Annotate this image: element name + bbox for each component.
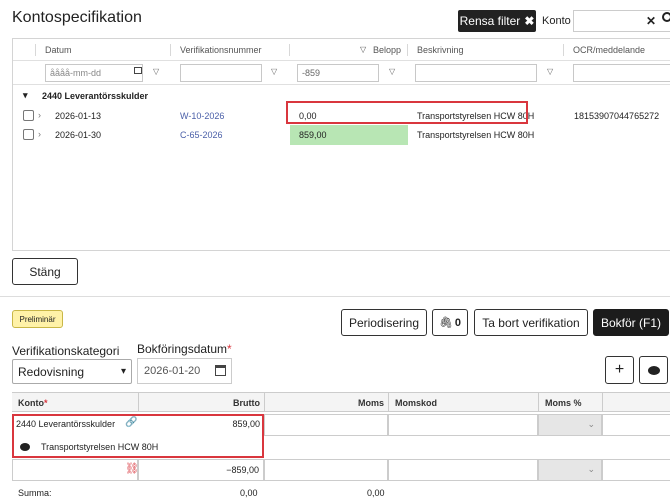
row2-momskod[interactable] — [388, 459, 538, 481]
konto-label: Konto — [542, 15, 571, 27]
bokdat-label: Bokföringsdatum* — [137, 342, 232, 356]
book-button[interactable]: Bokför (F1) — [593, 309, 669, 336]
row-checkbox[interactable] — [23, 110, 34, 121]
verif-filter-input[interactable] — [180, 64, 262, 82]
col-belopp[interactable]: Belopp — [373, 45, 401, 55]
filter-icon[interactable]: ▽ — [271, 68, 279, 76]
paperclip-icon: 🖇 — [438, 317, 453, 329]
summa-label: Summa: — [18, 488, 52, 498]
filter-icon[interactable]: ▽ — [153, 68, 161, 76]
grid-header: Datum Verifikationsnummer ▽ Belopp Beskr… — [13, 39, 670, 61]
comment-icon — [647, 365, 660, 375]
unlink-icon[interactable]: ⛓ — [125, 462, 139, 475]
search-icon[interactable] — [662, 12, 670, 22]
attachments-count: 0 — [454, 316, 462, 329]
bokdat-input[interactable]: 2026-01-20 — [137, 358, 232, 384]
row-date: 2026-01-13 — [55, 111, 102, 121]
status-badge: Preliminär — [12, 310, 63, 328]
filter-icon: ▽ — [360, 45, 367, 54]
chevron-right-icon[interactable]: › — [38, 110, 41, 120]
chevron-down-icon: ⌄ — [587, 464, 595, 474]
verkat-value: Redovisning — [18, 365, 85, 379]
date-filter-input[interactable]: åååå-mm-dd — [45, 64, 143, 82]
bokdat-value: 2026-01-20 — [144, 365, 201, 377]
chevron-down-icon: ▾ — [120, 366, 126, 377]
calendar-icon[interactable] — [215, 365, 226, 376]
col-konto-label: Konto — [18, 398, 44, 408]
highlight-box — [12, 414, 264, 458]
col-datum[interactable]: Datum — [45, 45, 72, 55]
row-date: 2026-01-30 — [55, 130, 102, 140]
amount-filter-input[interactable]: -859 — [297, 64, 379, 82]
row2-brutto[interactable]: −859,00 — [138, 459, 264, 481]
row2-konto-cell[interactable]: ⛓ — [12, 459, 139, 481]
required-marker: * — [227, 342, 232, 356]
account-grid: Datum Verifikationsnummer ▽ Belopp Beskr… — [12, 38, 670, 251]
ocr-filter-input[interactable] — [573, 64, 670, 82]
chevron-right-icon[interactable]: › — [38, 129, 41, 139]
col-moms: Moms — [264, 392, 388, 412]
clear-filter-label: Rensa filter — [459, 14, 521, 28]
filter-row: åååå-mm-dd ▽ ▽ -859 ▽ ▽ — [13, 61, 670, 85]
table-row[interactable]: › 2026-01-30 C-65-2026 859,00 Transports… — [13, 125, 670, 145]
filter-icon[interactable]: ▽ — [547, 68, 555, 76]
row-desc: Transportstyrelsen HCW 80H — [417, 130, 535, 140]
row-verif-link[interactable]: W-10-2026 — [180, 111, 224, 121]
col-spacer — [602, 392, 670, 412]
row-checkbox[interactable] — [23, 129, 34, 140]
summa-moms: 0,00 — [367, 488, 385, 498]
row2-moms[interactable] — [264, 459, 388, 481]
col-beskrivning[interactable]: Beskrivning — [417, 45, 464, 55]
col-moms-pct: Moms % — [538, 392, 602, 412]
row1-moms[interactable] — [264, 414, 388, 436]
delete-verification-button[interactable]: Ta bort verifikation — [474, 309, 588, 336]
row2-extra[interactable] — [602, 459, 670, 481]
row-verif-link[interactable]: C-65-2026 — [180, 130, 223, 140]
plus-icon: + — [614, 361, 625, 378]
row1-moms-pct-select[interactable]: ⌄ — [538, 414, 602, 436]
col-momskod: Momskod — [388, 392, 538, 412]
desc-filter-input[interactable] — [415, 64, 537, 82]
clear-icon[interactable]: ✕ — [646, 14, 656, 28]
row1-extra[interactable] — [602, 414, 670, 436]
divider — [0, 296, 670, 297]
verkat-select[interactable]: Redovisning ▾ — [12, 359, 132, 384]
col-konto: Konto* — [12, 392, 138, 412]
summa-brutto: 0,00 — [240, 488, 258, 498]
add-row-button[interactable]: + — [605, 356, 634, 384]
close-button[interactable]: Stäng — [12, 258, 78, 285]
attachments-button[interactable]: 🖇 0 — [432, 309, 468, 336]
konto-search-input[interactable]: ✕ — [573, 10, 670, 32]
chevron-down-icon: ⌄ — [587, 419, 595, 429]
caret-down-icon[interactable]: ▾ — [23, 90, 28, 101]
col-ocr[interactable]: OCR/meddelande — [573, 45, 645, 55]
dialog-title: Kontospecifikation — [12, 9, 142, 26]
row-ocr: 18153907044765272 — [574, 111, 660, 121]
clear-filter-button[interactable]: Rensa filter ✖ — [458, 10, 536, 32]
row2-moms-pct-select[interactable]: ⌄ — [538, 459, 602, 481]
calendar-icon[interactable] — [134, 67, 142, 74]
col-brutto: Brutto — [138, 392, 264, 412]
periodisering-button[interactable]: Periodisering — [341, 309, 427, 336]
close-icon: ✖ — [524, 14, 535, 28]
col-verifikationsnummer[interactable]: Verifikationsnummer — [180, 45, 262, 55]
verkat-label: Verifikationskategori — [12, 344, 120, 358]
filter-icon[interactable]: ▽ — [389, 68, 397, 76]
highlight-box — [286, 101, 528, 124]
group-label: 2440 Leverantörsskulder — [42, 91, 149, 101]
bokdat-label-text: Bokföringsdatum — [137, 342, 228, 356]
required-marker: * — [44, 398, 48, 408]
comment-button[interactable] — [639, 356, 668, 384]
row-amount: 859,00 — [299, 130, 327, 140]
row1-momskod[interactable] — [388, 414, 538, 436]
